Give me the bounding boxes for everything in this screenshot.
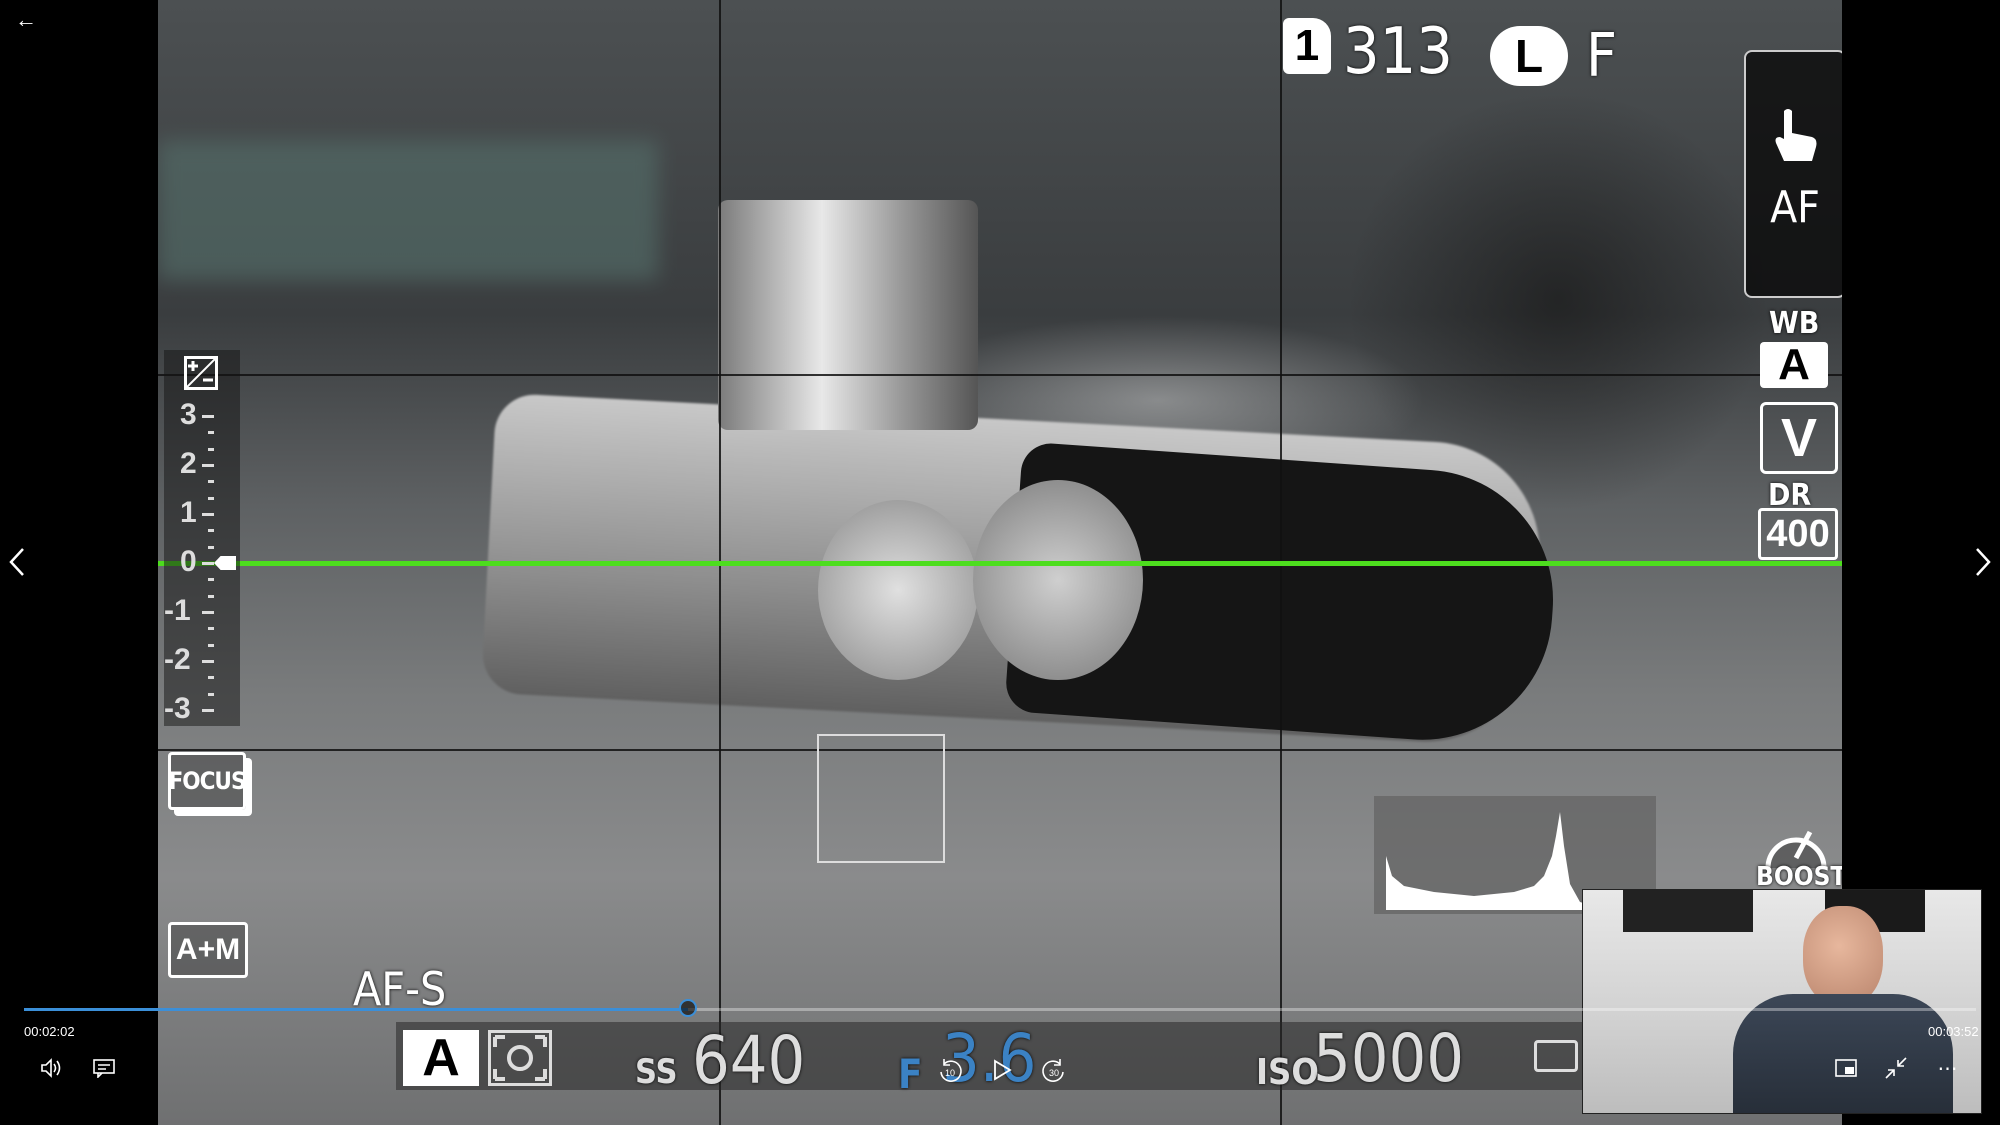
previous-arrow-icon[interactable] <box>2 540 32 584</box>
skip-forward-icon[interactable]: 30 <box>1038 1054 1070 1086</box>
shutter-speed-prefix: SS <box>635 1052 678 1092</box>
exposure-scale-minor-tick <box>208 545 214 549</box>
image-size-label: L <box>1514 30 1544 82</box>
exposure-scale-label: -2 <box>164 643 191 676</box>
exposure-scale-minor-tick <box>208 594 214 598</box>
mini-player-icon[interactable] <box>1830 1054 1862 1082</box>
white-balance-value: A <box>1778 340 1810 389</box>
focus-check-label: FOCUS <box>168 767 246 795</box>
pip-monitor <box>1623 890 1753 932</box>
exposure-scale-tick <box>202 415 214 418</box>
grid-line-horizontal-2 <box>158 749 1842 751</box>
exposure-scale-label: 2 <box>180 447 197 480</box>
iso-value: 5000 <box>1313 1020 1465 1097</box>
dynamic-range-value: 400 <box>1766 512 1830 555</box>
image-quality: F <box>1586 21 1618 91</box>
focus-point-box[interactable] <box>817 734 945 863</box>
pip-person-head <box>1803 906 1883 1006</box>
volume-icon[interactable] <box>36 1054 68 1082</box>
af-plus-mf-icon: A+M <box>168 922 248 978</box>
shooting-mode-icon: A <box>403 1029 479 1087</box>
aperture-prefix: F <box>898 1052 923 1098</box>
exposure-scale-minor-tick <box>208 643 214 647</box>
camera-dial-2 <box>973 480 1143 680</box>
elapsed-time: 00:02:02 <box>24 1024 75 1039</box>
film-simulation-value: V <box>1780 408 1818 468</box>
captions-icon[interactable] <box>88 1054 120 1082</box>
touch-hand-icon <box>1774 107 1818 166</box>
camera-dial <box>818 500 978 680</box>
exposure-scale-minor-tick <box>208 529 214 533</box>
total-duration: 00:03:52 <box>1928 1024 1979 1039</box>
exposure-scale-label: 0 <box>180 545 197 578</box>
shutter-speed-value: 640 <box>692 1022 806 1099</box>
exposure-scale-minor-tick <box>208 447 214 451</box>
exposure-scale-tick <box>202 709 214 712</box>
skip-back-label: 10 <box>945 1068 955 1078</box>
play-icon[interactable] <box>986 1054 1018 1086</box>
white-balance-label: WB <box>1769 306 1820 341</box>
exposure-scale-tick <box>202 464 214 467</box>
exit-fullscreen-icon[interactable] <box>1880 1054 1912 1082</box>
next-arrow-icon[interactable] <box>1968 540 1998 584</box>
exposure-scale-minor-tick <box>208 480 214 484</box>
card-slot-icon: 1 <box>1283 18 1331 74</box>
touch-mode-label: AF <box>1770 182 1820 233</box>
af-plus-mf-label: A+M <box>175 933 241 966</box>
focus-check-icon: FOCUS <box>168 752 247 810</box>
skip-forward-label: 30 <box>1049 1068 1059 1078</box>
exposure-scale-minor-tick <box>208 578 214 582</box>
battery-icon <box>1534 1040 1578 1072</box>
boost-label: BOOST <box>1756 862 1842 892</box>
more-options-icon[interactable]: ⋯ <box>1932 1054 1964 1082</box>
background-screen <box>158 140 658 280</box>
film-simulation-icon: V <box>1760 402 1838 474</box>
white-balance-icon: A <box>1760 340 1828 389</box>
camera-lens <box>718 200 978 430</box>
progress-fill <box>24 1008 688 1011</box>
frame-counter: 313 <box>1343 15 1453 89</box>
iso-prefix: ISO <box>1256 1052 1319 1093</box>
exposure-compensation-icon <box>184 356 218 390</box>
exposure-scale-tick <box>202 611 214 614</box>
exposure-scale-tick <box>202 660 214 663</box>
exposure-scale-label: 1 <box>180 496 197 529</box>
picture-in-picture-video[interactable] <box>1582 889 1982 1114</box>
exposure-scale-label: -3 <box>164 692 191 725</box>
level-line <box>158 561 1842 566</box>
skip-back-icon[interactable]: 10 <box>934 1054 966 1086</box>
exposure-scale-tick <box>202 562 214 565</box>
image-size-icon: L <box>1490 26 1568 86</box>
exposure-scale-minor-tick <box>208 496 214 500</box>
progress-thumb[interactable] <box>678 999 697 1017</box>
touch-af-button[interactable]: AF <box>1744 50 1842 298</box>
back-arrow-icon[interactable]: ← <box>10 4 42 36</box>
grid-line-horizontal-1 <box>158 374 1842 376</box>
exposure-scale-label: -1 <box>164 594 191 627</box>
exposure-scale-minor-tick <box>208 431 214 435</box>
exposure-scale-minor-tick <box>208 692 214 696</box>
shooting-mode-label: A <box>422 1029 460 1087</box>
exposure-scale-tick <box>202 513 214 516</box>
exposure-scale-label: 3 <box>180 398 197 431</box>
metering-icon <box>488 1030 552 1086</box>
dynamic-range-icon: 400 <box>1758 508 1838 560</box>
exposure-scale-minor-tick <box>208 676 214 680</box>
exposure-scale-minor-tick <box>208 627 214 631</box>
